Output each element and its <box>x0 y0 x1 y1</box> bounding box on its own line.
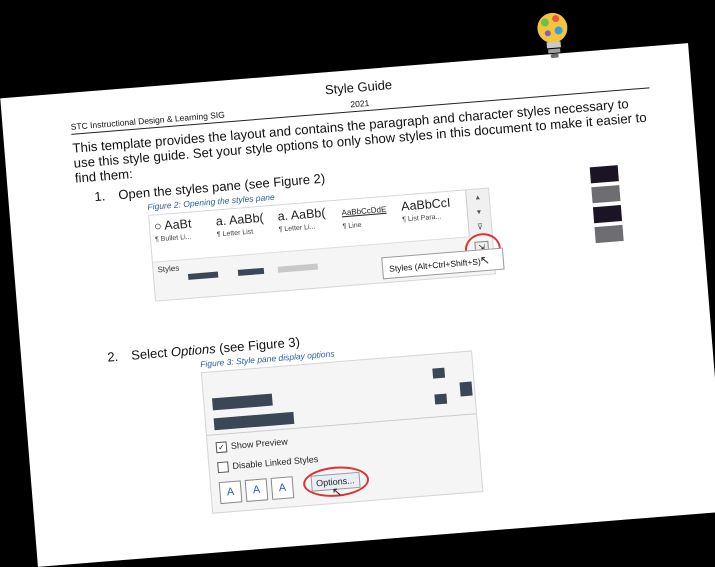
swatch-dark-2 <box>592 205 623 224</box>
page-content: Style Guide STC Instructional Design & L… <box>69 12 681 522</box>
document-page: Style Guide STC Instructional Design & L… <box>0 12 715 567</box>
style-list-paragraph[interactable]: AaBbCcI ¶ List Para... <box>401 196 452 224</box>
redacted-style-1 <box>212 393 273 411</box>
style-line[interactable]: AaBbCcDdE ¶ Line <box>341 201 388 231</box>
style-inspector-icon[interactable]: A <box>244 478 269 502</box>
show-preview-checkbox[interactable]: ✓ Show Preview <box>215 436 289 454</box>
redacted-style-2 <box>213 411 295 431</box>
step-number: 1. <box>93 188 106 205</box>
gallery-scrollbar[interactable]: ▴ ▾ ⊽ <box>465 188 492 237</box>
swatch-dark <box>589 165 619 184</box>
redacted-marker-2 <box>434 393 448 405</box>
checkbox-checked-icon[interactable]: ✓ <box>215 441 228 454</box>
disable-linked-styles-checkbox[interactable]: Disable Linked Styles <box>217 454 319 474</box>
new-style-icon[interactable]: A <box>218 480 243 505</box>
swatch-gray <box>591 185 621 204</box>
redacted-marker-1 <box>432 367 446 379</box>
color-swatches <box>589 165 624 247</box>
step-text-emphasis: Options <box>170 340 217 360</box>
manage-styles-icon[interactable]: A <box>270 476 295 500</box>
redacted-marker-3 <box>459 381 473 397</box>
swatch-gray-2 <box>594 224 624 244</box>
step-text-prefix: Select <box>130 344 172 363</box>
mouse-cursor-icon: ↖ <box>331 484 343 500</box>
style-letter-list-2[interactable]: a. AaBb( ¶ Letter Li... <box>277 206 327 234</box>
figure-3-screenshot: ✓ Show Preview Disable Linked Styles A A … <box>200 350 484 514</box>
step-number: 2. <box>106 348 119 365</box>
style-letter-list[interactable]: a. AaBb( ¶ Letter List <box>215 211 265 239</box>
checkbox-unchecked-icon[interactable] <box>217 461 229 474</box>
style-bullet-list[interactable]: ○ AaBt ¶ Bullet Li... <box>153 217 192 244</box>
lightbulb-icon <box>537 12 568 58</box>
mouse-cursor-icon: ↖ <box>479 252 491 268</box>
